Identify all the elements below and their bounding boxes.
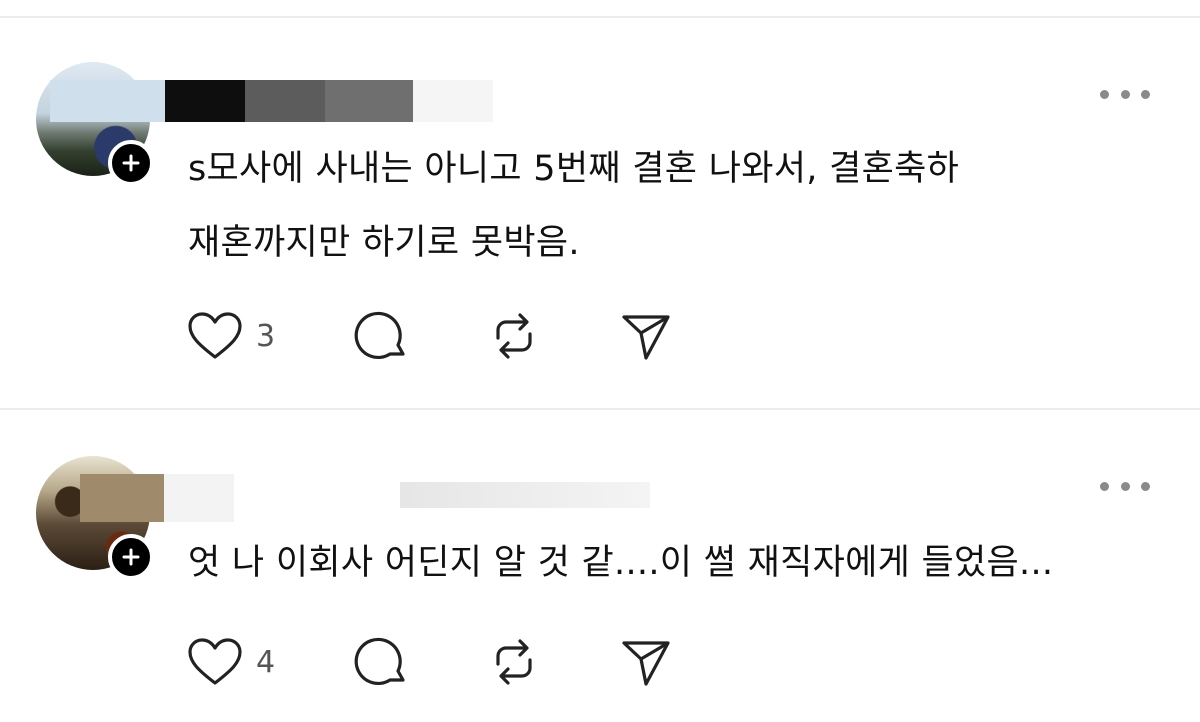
comment-icon (354, 637, 405, 686)
post-text: s모사에 사내는 아니고 5번째 결혼 나와서, 결혼축하 재혼까지만 하기로 … (188, 149, 960, 263)
more-icon (1100, 89, 1109, 99)
repost-button[interactable] (486, 308, 542, 364)
heart-icon (188, 638, 242, 685)
comment-button[interactable] (354, 634, 410, 690)
action-bar: 3 (186, 308, 706, 364)
share-button[interactable] (618, 308, 674, 364)
follow-button[interactable] (108, 140, 154, 186)
post-2: 엇 나 이회사 어딘지 알 것 같....이 썰 재직자에게 들었음... 4 (0, 410, 1200, 722)
share-icon (622, 315, 670, 360)
like-count: 3 (256, 318, 276, 354)
plus-icon (122, 154, 140, 172)
comment-icon (354, 311, 405, 360)
plus-icon (122, 548, 140, 566)
post-text: 엇 나 이회사 어딘지 알 것 같....이 썰 재직자에게 들었음... (188, 543, 1054, 583)
action-bar: 4 (186, 634, 706, 690)
heart-icon (188, 312, 242, 359)
more-button[interactable] (1100, 476, 1150, 496)
username-redacted (50, 80, 493, 122)
post-1: s모사에 사내는 아니고 5번째 결혼 나와서, 결혼축하 재혼까지만 하기로 … (0, 0, 1200, 410)
like-count: 4 (256, 644, 276, 680)
username-redacted-faint (400, 482, 650, 508)
repost-icon (496, 313, 532, 359)
repost-icon (496, 639, 532, 685)
share-icon (622, 641, 670, 686)
share-button[interactable] (618, 634, 674, 690)
like-button[interactable]: 3 (186, 308, 275, 364)
username-redacted (80, 474, 234, 522)
comment-button[interactable] (354, 308, 410, 364)
repost-button[interactable] (486, 634, 542, 690)
more-button[interactable] (1100, 84, 1150, 104)
more-icon (1100, 481, 1109, 491)
like-button[interactable]: 4 (186, 634, 275, 690)
follow-button[interactable] (108, 534, 154, 580)
